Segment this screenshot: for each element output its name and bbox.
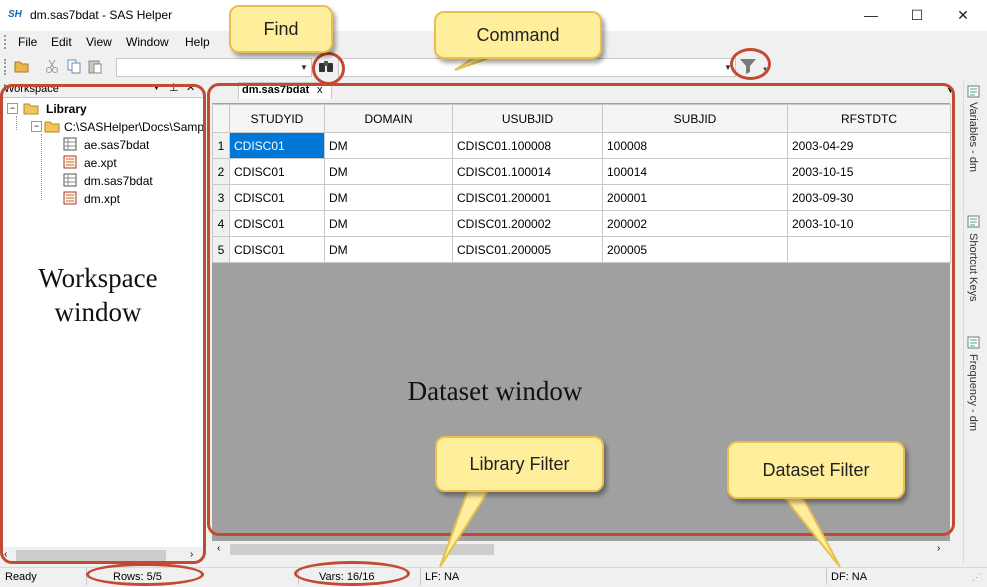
find-callout: Find <box>229 5 333 53</box>
command-callout: Command <box>434 11 602 59</box>
library-filter-callout: Library Filter <box>435 436 604 492</box>
dataset-window-label: Dataset window <box>407 376 583 406</box>
workspace-window-label: Workspace window <box>38 263 158 327</box>
dataset-filter-callout: Dataset Filter <box>727 441 905 499</box>
